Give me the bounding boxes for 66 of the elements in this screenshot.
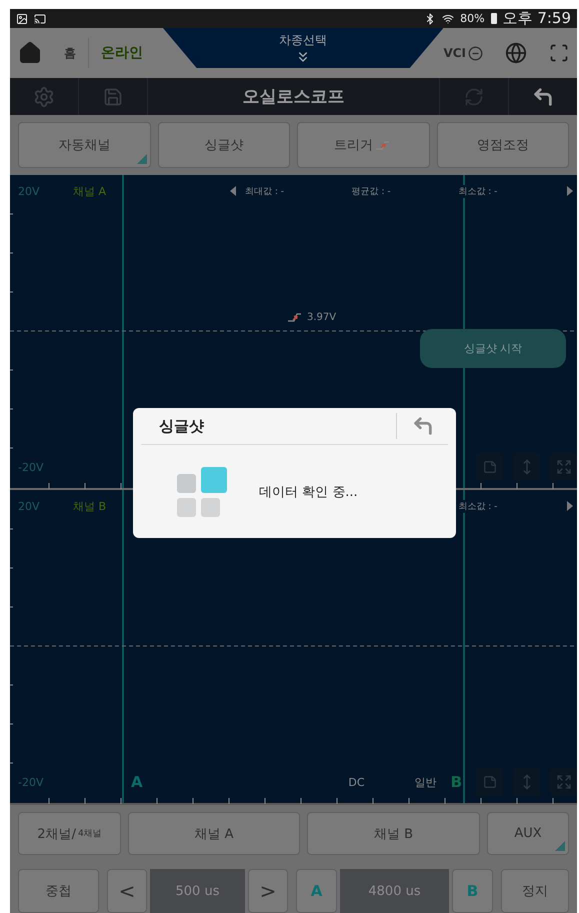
page-title: 오실로스코프 (242, 86, 346, 108)
scale-label: -20V (18, 460, 44, 474)
note-button[interactable] (476, 768, 503, 796)
back-icon (412, 415, 434, 437)
cursor-delta: 4800 us (340, 869, 449, 913)
settings-icon[interactable] (33, 86, 55, 108)
back-icon[interactable] (532, 86, 554, 108)
next-button[interactable]: > (248, 869, 288, 913)
coupling-label: DC (348, 776, 365, 788)
battery-icon (490, 13, 497, 24)
mode-button[interactable]: 싱글샷 (158, 122, 290, 168)
vehicle-select-tab[interactable]: 차종선택 (162, 28, 444, 68)
mode-button[interactable]: 영점조정 (436, 122, 569, 168)
note-icon (482, 460, 496, 474)
image-icon (16, 12, 28, 24)
channel-name: 채널 A (73, 184, 108, 198)
scale-label: 20V (18, 184, 41, 198)
cast-icon (34, 12, 46, 24)
left-arrow-icon[interactable] (230, 186, 236, 196)
refresh-icon[interactable] (464, 86, 484, 106)
channel-name: 채널 B (73, 498, 108, 514)
stop-button[interactable]: 정지 (501, 869, 569, 913)
cursor-label: B (450, 773, 462, 791)
home-icon[interactable] (18, 41, 42, 65)
expand-button[interactable] (550, 768, 577, 796)
right-arrow-icon[interactable] (566, 186, 573, 196)
trigger-level: 3.97V (307, 312, 336, 322)
previous-button[interactable]: < (107, 869, 147, 913)
vertical-arrows-button[interactable] (513, 453, 540, 481)
expand-icon (556, 774, 572, 790)
stat-value: 최소값 : - (456, 184, 500, 198)
channel-button[interactable]: 채널 A (128, 812, 300, 855)
expand-icon (556, 459, 572, 475)
globe-download-icon[interactable] (505, 42, 527, 64)
stat-value: 최소값 : - (456, 500, 500, 512)
mode-button[interactable]: 트리거 (297, 122, 430, 168)
scale-label: 20V (18, 500, 41, 512)
minus-circle-icon (468, 46, 483, 60)
right-arrow-icon[interactable] (566, 501, 573, 511)
dialog-title: 싱글샷 (158, 416, 205, 436)
channel-button[interactable]: AUX (487, 812, 569, 855)
status-message: 데이터 확인 중... (259, 484, 358, 500)
mode-label: 일반 (414, 774, 437, 790)
note-icon (482, 775, 496, 789)
connection-status: 온라인 (100, 44, 143, 62)
mode-button[interactable]: 자동채널 (18, 122, 150, 168)
channel-button[interactable]: 2채널/4채널 (18, 812, 121, 855)
loading-icon (177, 466, 227, 516)
channel-button[interactable]: 채널 B (307, 812, 480, 855)
cursor-label: A (131, 773, 143, 791)
scan-icon[interactable] (549, 43, 569, 63)
start-button[interactable]: 싱글샷 시작 (420, 329, 566, 368)
scale-label: -20V (18, 776, 44, 788)
stat-value: 평균값 : - (350, 184, 393, 198)
time-division: 500 us (150, 869, 245, 913)
vci-button[interactable]: VCI (443, 46, 491, 60)
expand-button[interactable] (550, 453, 577, 481)
save-icon[interactable] (103, 86, 123, 106)
stat-value: 최대값 : - (243, 184, 286, 198)
wifi-icon (442, 12, 454, 24)
note-button[interactable] (476, 453, 503, 481)
battery-percent: 80% (460, 12, 485, 25)
vertical-arrows-button[interactable] (513, 768, 540, 796)
clock: 오후 7:59 (502, 9, 571, 28)
home-label: 홈 (64, 44, 76, 62)
overlay-button[interactable]: 중첩 (18, 869, 99, 913)
